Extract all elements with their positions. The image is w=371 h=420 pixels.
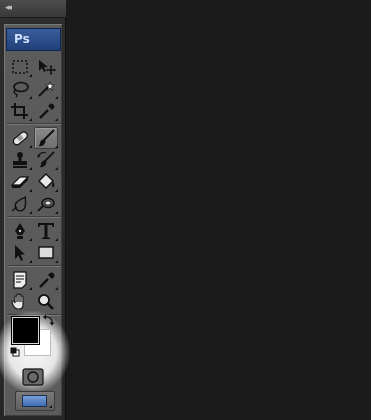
- brush-icon: [38, 129, 55, 147]
- notes-tool[interactable]: [8, 269, 32, 291]
- lasso-icon: [13, 81, 29, 98]
- rectangular-marquee-tool[interactable]: [8, 56, 32, 78]
- quick-mask-button[interactable]: [22, 368, 44, 386]
- type-icon: [38, 223, 54, 239]
- canvas-workspace[interactable]: [66, 0, 371, 420]
- eraser-icon: [10, 176, 30, 188]
- tools-panel-bar: ◂◂ Ps: [0, 0, 70, 420]
- double-chevron-left-icon[interactable]: ◂◂: [5, 3, 12, 13]
- stamp-icon: [13, 152, 27, 168]
- bandage-icon: [12, 131, 28, 146]
- arrow-icon: [15, 245, 25, 261]
- clone-stamp-tool[interactable]: [8, 149, 32, 171]
- path-selection-tool[interactable]: [8, 242, 32, 264]
- blur-tool[interactable]: [8, 193, 32, 215]
- history-brush-tool[interactable]: [34, 149, 58, 171]
- default-colors-icon[interactable]: [10, 347, 20, 357]
- magic-wand-icon: [38, 81, 55, 97]
- eyedropper-icon: [39, 103, 55, 119]
- pen-tool[interactable]: [8, 220, 32, 242]
- color-sampler-icon: [39, 272, 55, 288]
- color-sampler-tool[interactable]: [34, 269, 58, 291]
- notes-icon: [13, 271, 27, 289]
- magic-wand-tool[interactable]: [34, 78, 58, 100]
- brush-tool[interactable]: [34, 127, 58, 149]
- paint-bucket-tool[interactable]: [34, 171, 58, 193]
- swap-colors-icon[interactable]: [43, 314, 55, 326]
- screen-mode-button[interactable]: [15, 391, 55, 411]
- screen-mode-icon: [22, 395, 47, 407]
- zoom-tool[interactable]: [34, 291, 58, 313]
- crop-icon: [11, 103, 28, 119]
- eraser-tool[interactable]: [8, 171, 32, 193]
- ps-logo-button[interactable]: Ps: [6, 28, 61, 51]
- hand-tool[interactable]: [8, 291, 32, 313]
- dodge-icon: [37, 197, 55, 212]
- panel-collapse-strip[interactable]: ◂◂: [0, 0, 66, 18]
- move-tool[interactable]: [34, 56, 58, 78]
- lasso-tool[interactable]: [8, 78, 32, 100]
- blur-drop-icon: [11, 196, 27, 212]
- rectangle-icon: [38, 246, 54, 259]
- marquee-icon: [12, 60, 28, 74]
- move-icon: [39, 60, 56, 75]
- type-tool[interactable]: [34, 220, 58, 242]
- paint-bucket-icon: [38, 173, 55, 189]
- foreground-color-swatch[interactable]: [12, 317, 39, 344]
- history-brush-icon: [37, 151, 55, 168]
- dodge-tool[interactable]: [34, 193, 58, 215]
- spot-healing-brush-tool[interactable]: [8, 127, 32, 149]
- crop-tool[interactable]: [8, 100, 32, 122]
- eyedropper-tool[interactable]: [34, 100, 58, 122]
- toolbox: Ps: [0, 23, 70, 417]
- pen-icon: [15, 223, 25, 239]
- magnifier-icon: [38, 294, 54, 310]
- hand-icon: [11, 293, 24, 310]
- rectangle-shape-tool[interactable]: [34, 242, 58, 264]
